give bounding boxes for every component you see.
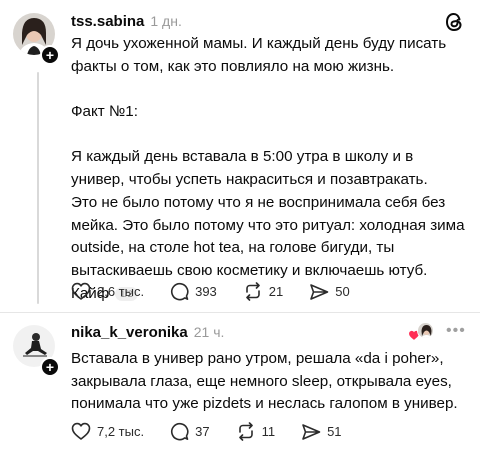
post-line: Вставала в универ рано утром, решала «da… [71,350,444,367]
repost-count: 11 [261,424,276,439]
share-count: 51 [327,424,342,439]
timestamp: 21 ч. [193,324,225,340]
timestamp: 1 дн. [150,13,182,29]
like-button[interactable]: 2,6 тыс. [71,282,144,301]
post-line: понимала что уже pizdets и неслась галоп… [71,395,458,413]
comment-icon [170,422,189,441]
share-button[interactable]: 50 [309,283,350,301]
post-line: мейка. Это было потому что это ритуал: х… [71,216,465,234]
reply-count: 393 [195,284,217,299]
repost-button[interactable]: 21 [243,282,283,301]
author-avatar [417,322,434,339]
post-line: Я каждый день вставала в 5:00 утра в шко… [71,148,414,166]
comment-icon [170,282,189,301]
post-line: закрывала глаза, еще немного sleep, откр… [71,372,452,390]
post-line: факты о том, как это повлияло на мою жиз… [71,57,395,75]
follow-plus-button[interactable]: + [40,357,60,377]
post-header: tss.sabina 1 дн. [71,13,182,30]
share-button[interactable]: 51 [301,423,342,441]
repost-button[interactable]: 11 [236,422,276,441]
repost-icon [243,282,263,301]
post-line: Факт №1: [71,103,138,121]
post-body: Я дочь ухоженной мамы. И каждый день буд… [71,33,467,305]
reply-count: 37 [195,424,210,439]
heart-icon [71,422,91,441]
thread-line [37,72,39,304]
author-liked-indicator [408,322,434,344]
post-line: универ, чтобы успеть накраситься и позав… [71,171,428,189]
repost-count: 21 [268,284,284,299]
post-body: Вставала в универ рано утром, решала «da… [71,348,467,416]
post-line: Я дочь ухоженной мамы. И каждый день буд… [71,35,447,52]
reply-button[interactable]: 37 [170,422,210,441]
post-header: nika_k_veronika 21 ч. [71,324,224,341]
reply-button[interactable]: 393 [170,282,217,301]
follow-plus-button[interactable]: + [40,45,60,65]
post-nika-k-veronika: + nika_k_veronika 21 ч. ••• Вставала в у… [0,312,480,449]
like-button[interactable]: 7,2 тыс. [71,422,144,441]
username[interactable]: tss.sabina [71,13,144,30]
post-line [71,78,467,101]
post-line: Это не было потому что я не воспринимала… [71,193,446,211]
like-count: 7,2 тыс. [97,424,145,439]
send-icon [301,423,321,441]
post-line [71,124,467,147]
share-count: 50 [335,284,350,299]
repost-icon [236,422,256,441]
heart-icon [71,282,91,301]
post-line: вытаскиваешь свою косметику и включаешь … [71,262,428,279]
like-count: 2,6 тыс. [97,284,145,299]
post-actions: 2,6 тыс. 393 21 50 [71,282,376,301]
post-tss-sabina: + tss.sabina 1 дн. Я дочь ухоженной мамы… [0,0,480,312]
more-options-button[interactable]: ••• [446,322,466,340]
send-icon [309,283,329,301]
post-line: outside, на столе hot tea, на голове биг… [71,239,395,257]
username[interactable]: nika_k_veronika [71,324,188,341]
post-actions: 7,2 тыс. 37 11 51 [71,422,368,441]
